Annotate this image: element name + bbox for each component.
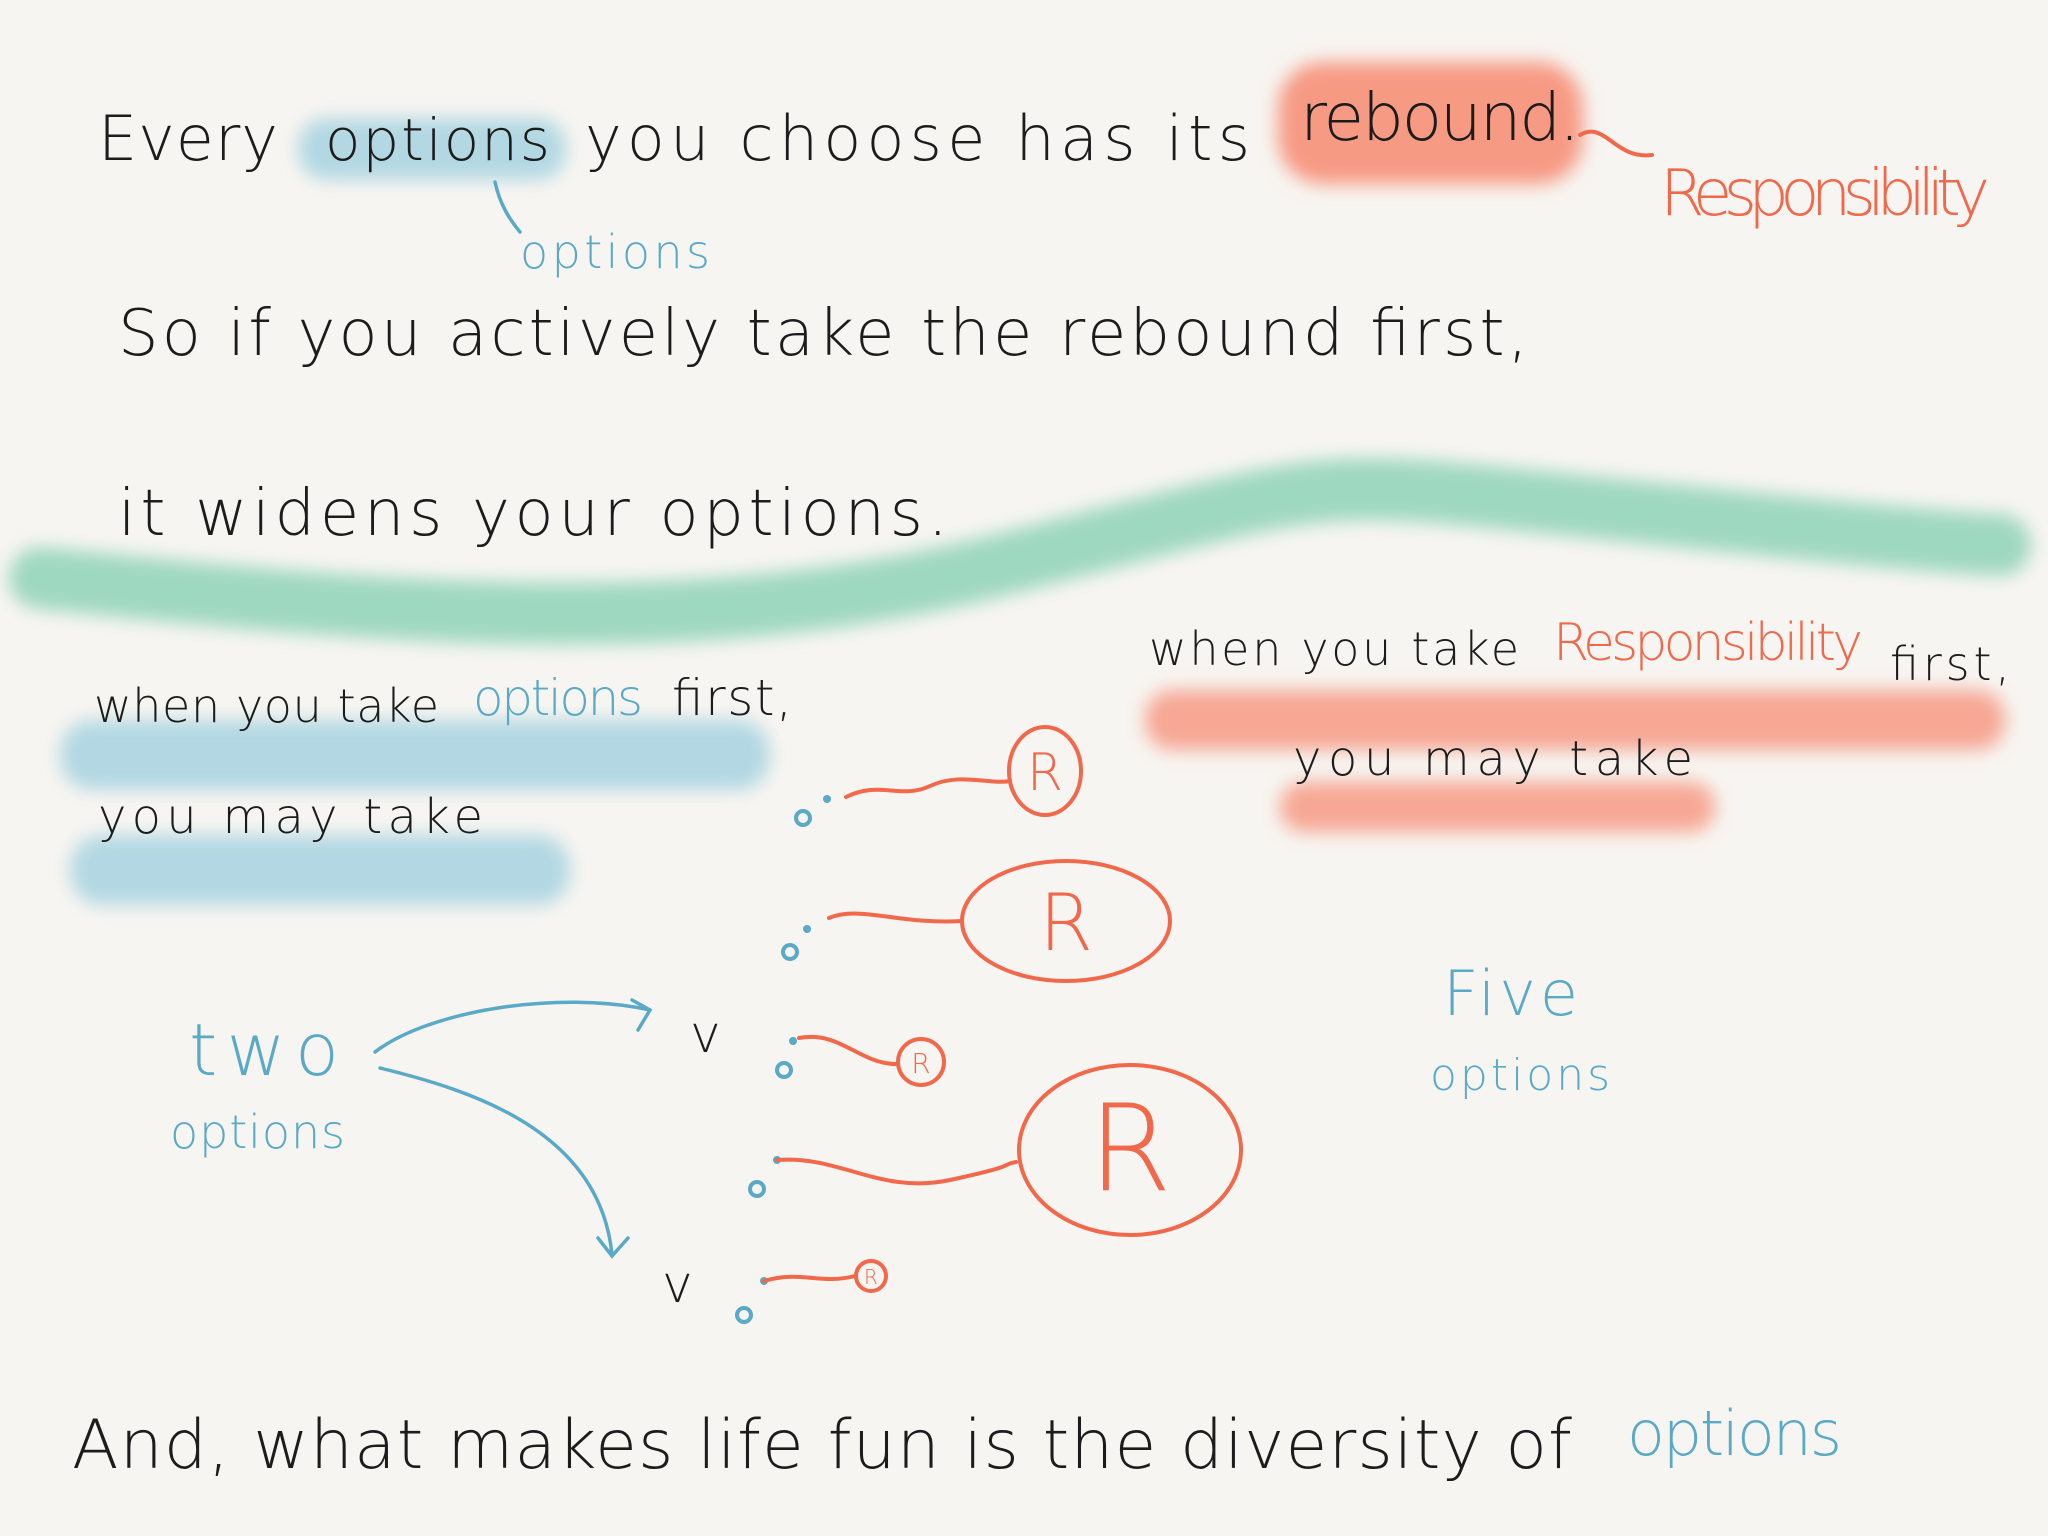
left-line1-first: first, [672, 669, 792, 727]
annotation-responsibility: Responsibility [1660, 157, 1990, 231]
two-options-label: options [170, 1105, 345, 1159]
right-line1-first: first, [1890, 637, 2010, 691]
r-letter: R [1027, 743, 1063, 803]
arrow-upper [373, 998, 653, 1054]
line2: So if you actively take the rebound firs… [118, 297, 1528, 371]
option-2: R [781, 859, 1172, 983]
line1-options: options [325, 106, 550, 174]
left-line1-options: options [473, 669, 643, 727]
arrow-lower [378, 1066, 630, 1259]
five-options-label: options [1430, 1050, 1610, 1101]
five-label: Five [1443, 957, 1578, 1030]
r-letter: R [1039, 879, 1093, 969]
left-line1-a: when you take [94, 679, 439, 733]
option-3: R [775, 1034, 946, 1087]
option-4: R [748, 1063, 1243, 1237]
right-line1-responsibility: Responsibility [1553, 613, 1863, 673]
sketch-canvas: Every options you choose has its rebound… [9, 62, 2031, 1485]
line1-every: Every [98, 102, 278, 175]
two-label: two [189, 1008, 339, 1092]
annotation-options: options [520, 225, 710, 279]
footer-text: And, what makes life fun is the diversit… [72, 1406, 1572, 1485]
r-letter: R [864, 1265, 878, 1289]
left-line2: you may take [98, 789, 483, 845]
option-5: R [735, 1259, 888, 1324]
choice-mark-upper: v [690, 1005, 721, 1065]
right-line2: you may take [1293, 731, 1693, 787]
option-1: R [794, 725, 1083, 827]
line3: it widens your options. [118, 477, 948, 551]
highlight-left-line2 [70, 835, 570, 905]
line1-rebound: rebound. [1300, 79, 1580, 156]
right-line1-a: when you take [1149, 622, 1519, 676]
annotation-connector [1578, 129, 1654, 158]
r-letter: R [1088, 1080, 1171, 1219]
choice-mark-lower: v [662, 1255, 693, 1315]
highlight-right-line2 [1280, 782, 1715, 832]
r-letter: R [911, 1047, 930, 1080]
footer-options: options [1627, 1397, 1842, 1470]
annotation-pointer [493, 180, 522, 234]
line1-middle: you choose has its [585, 102, 1250, 175]
